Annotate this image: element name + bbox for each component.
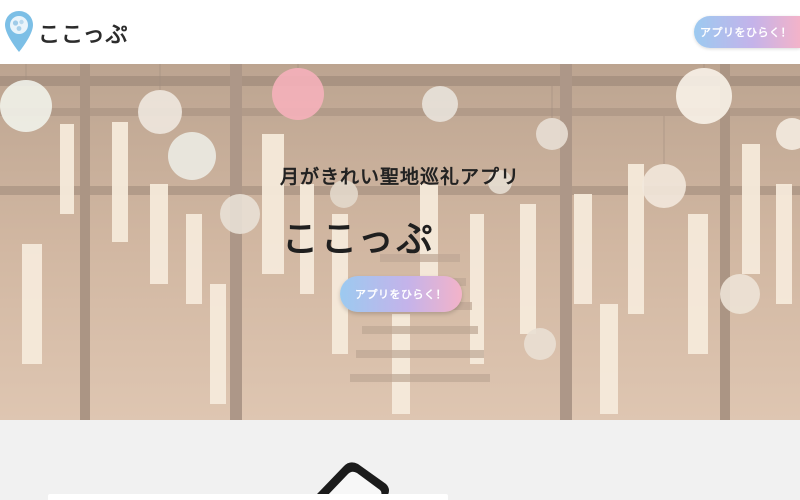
map-pin-icon: [5, 11, 33, 52]
logo[interactable]: ここっぷ: [4, 10, 128, 54]
hero-title: ここっぷ: [282, 219, 436, 260]
hero-open-app-button[interactable]: アプリをひらく！: [340, 276, 462, 312]
open-app-button[interactable]: アプリをひらく！: [694, 16, 800, 48]
logo-text: ここっぷ: [38, 23, 129, 48]
site-header: ここっぷ アプリをひらく！: [0, 0, 800, 64]
hero-tagline: 月がきれい聖地巡礼アプリ: [279, 166, 520, 188]
hero-section: 月がきれい聖地巡礼アプリ ここっぷ アプリをひらく！: [0, 64, 800, 420]
content-card: [48, 494, 448, 500]
features-section: [0, 420, 800, 500]
